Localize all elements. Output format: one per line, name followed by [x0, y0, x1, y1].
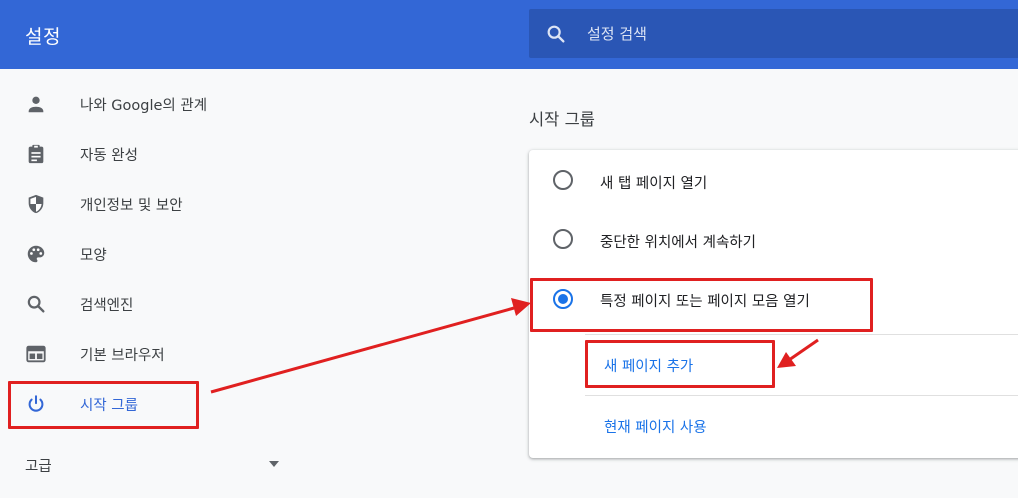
radio-label: 중단한 위치에서 계속하기	[600, 235, 756, 251]
sidebar-item-search-engine[interactable]: 검색엔진	[0, 281, 500, 327]
palette-icon	[27, 245, 45, 263]
sidebar-item-label: 나와 Google의 관계	[80, 98, 208, 114]
sidebar-item-you-and-google[interactable]: 나와 Google의 관계	[0, 81, 500, 127]
highlight-box-add-page	[585, 340, 775, 388]
sidebar-item-label: 검색엔진	[80, 298, 134, 314]
browser-icon	[26, 345, 46, 363]
radio-label: 새 탭 페이지 열기	[600, 176, 708, 192]
search-box[interactable]	[529, 9, 1018, 58]
sidebar-item-label: 모양	[80, 248, 107, 264]
arrowhead	[511, 298, 531, 316]
sidebar-item-privacy[interactable]: 개인정보 및 보안	[0, 181, 500, 227]
sidebar-item-label: 개인정보 및 보안	[80, 198, 183, 214]
section-title: 시작 그룹	[529, 110, 595, 129]
page-title: 설정	[25, 26, 61, 48]
radio-button[interactable]	[553, 170, 573, 190]
highlight-box-startup	[8, 381, 199, 429]
person-icon	[28, 96, 44, 113]
sidebar-item-default-browser[interactable]: 기본 브라우저	[0, 331, 500, 377]
highlight-box-specific-pages	[530, 278, 873, 332]
search-icon	[27, 295, 45, 313]
radio-new-tab[interactable]: 새 탭 페이지 열기	[529, 151, 1018, 209]
sidebar-item-appearance[interactable]: 모양	[0, 231, 500, 277]
sidebar-advanced-label: 고급	[25, 459, 52, 475]
clipboard-icon	[28, 144, 44, 164]
sidebar-item-autofill[interactable]: 자동 완성	[0, 131, 500, 177]
sidebar-item-label: 자동 완성	[80, 148, 138, 164]
divider	[585, 395, 1018, 396]
header-bar: 설정	[0, 0, 1018, 69]
divider	[585, 334, 1018, 335]
sidebar-item-label: 기본 브라우저	[80, 348, 165, 364]
caret-down-icon	[269, 461, 279, 467]
radio-button[interactable]	[553, 229, 573, 249]
search-icon	[547, 25, 565, 43]
radio-continue[interactable]: 중단한 위치에서 계속하기	[529, 210, 1018, 268]
use-current-pages-link[interactable]: 현재 페이지 사용	[604, 416, 707, 437]
search-input[interactable]	[587, 22, 987, 46]
shield-icon	[28, 194, 44, 214]
